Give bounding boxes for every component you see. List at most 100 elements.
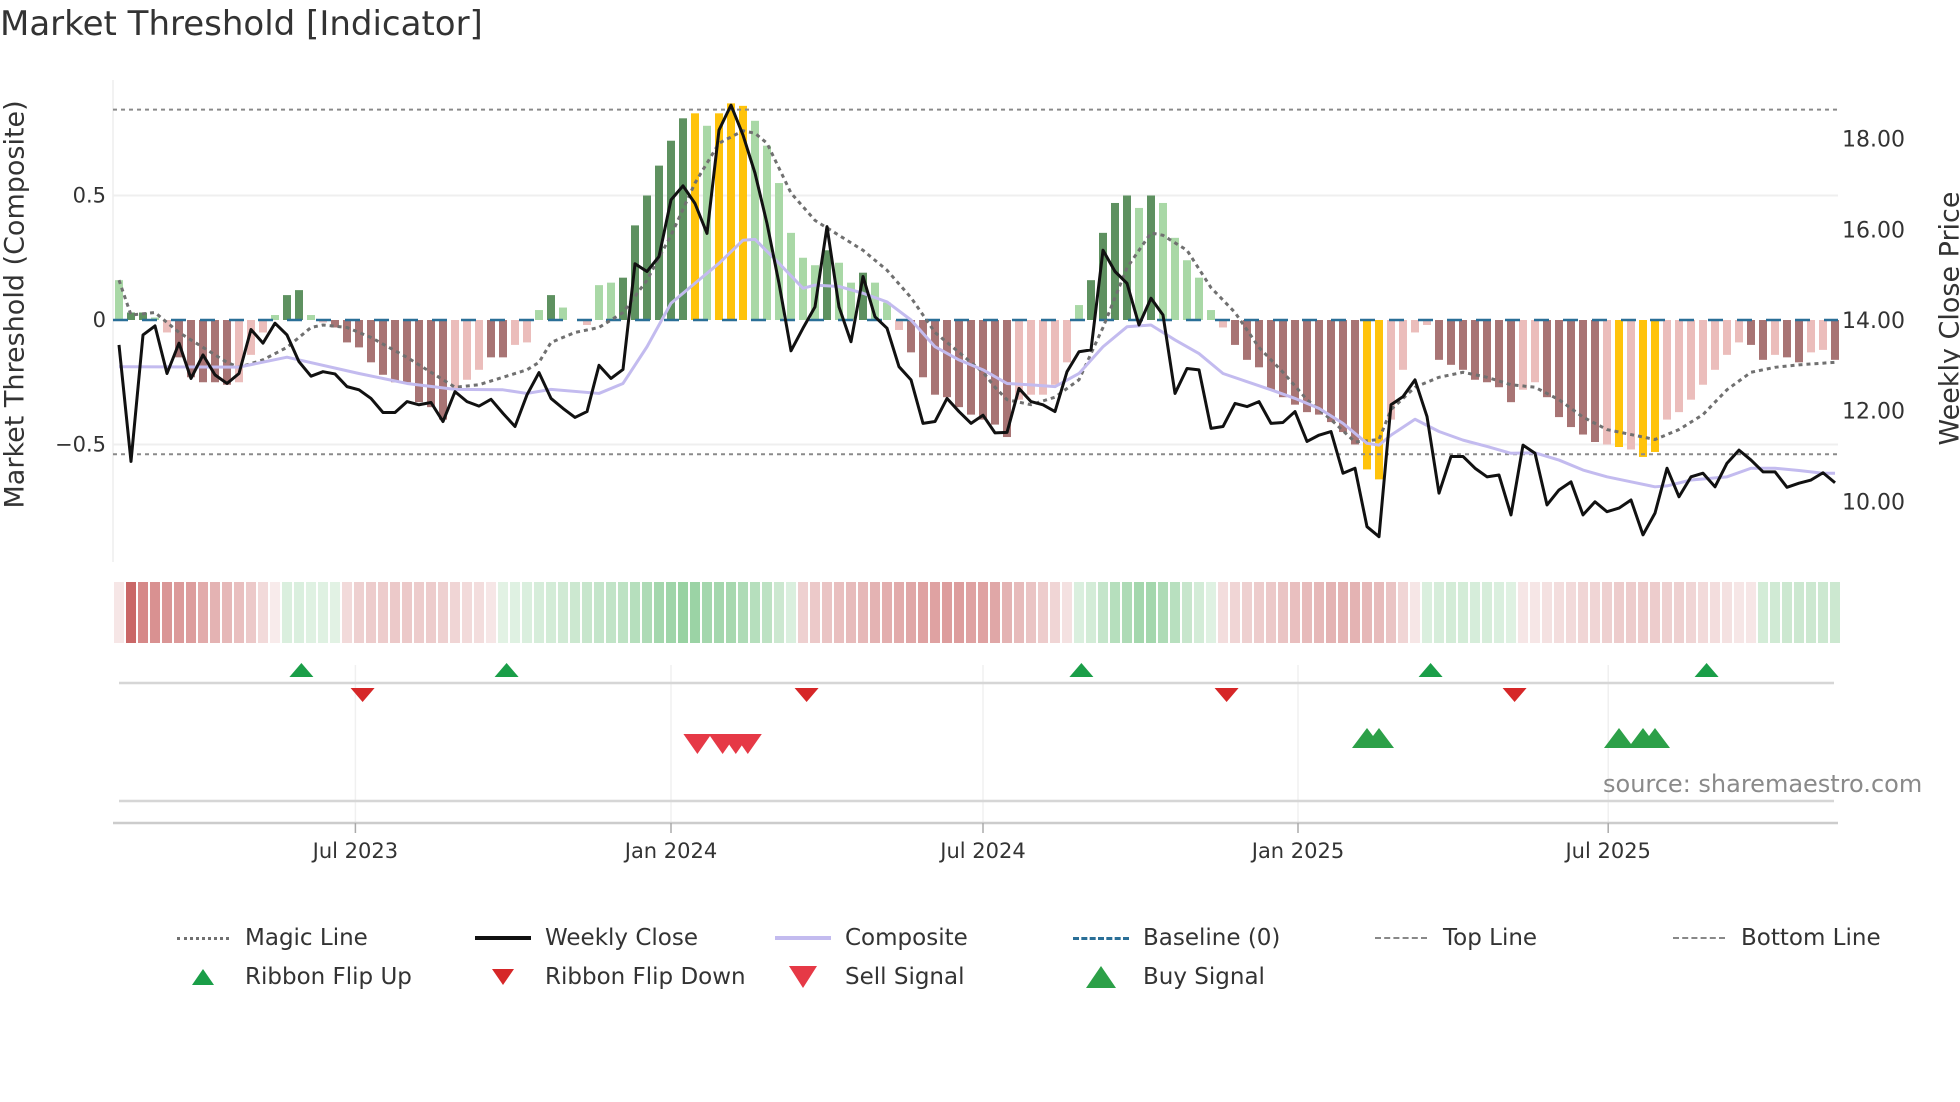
ribbon-cell	[246, 582, 256, 643]
ribbon-cell	[1398, 582, 1408, 643]
histogram-bar	[1519, 320, 1527, 390]
histogram-bar	[1579, 320, 1587, 435]
ribbon-cell	[426, 582, 436, 643]
triangle-down-icon	[475, 967, 531, 987]
right-tick-label: 16.00	[1842, 218, 1905, 243]
legend-label: Magic Line	[245, 925, 368, 951]
source-credit: source: sharemaestro.com	[1603, 770, 1923, 798]
ribbon-cell	[366, 582, 376, 643]
ribbon-cell	[1806, 582, 1816, 643]
histogram-bar	[115, 280, 123, 320]
ribbon-cell	[750, 582, 760, 643]
histogram-bar	[1747, 320, 1755, 345]
histogram-bar	[307, 315, 315, 320]
histogram-bar	[1183, 260, 1191, 320]
ribbon-cell	[210, 582, 220, 643]
ribbon-cell	[594, 582, 604, 643]
ribbon-cell	[1158, 582, 1168, 643]
legend-label: Buy Signal	[1143, 964, 1265, 990]
ribbon-cell	[1554, 582, 1564, 643]
ribbon-cell	[270, 582, 280, 643]
histogram-bar	[1327, 320, 1335, 423]
x-tick-label: Jul 2025	[1563, 839, 1650, 863]
ribbon-cell	[690, 582, 700, 643]
ribbon-cell	[954, 582, 964, 643]
legend-magic-line: Magic Line	[175, 925, 368, 951]
histogram-bar	[1087, 280, 1095, 320]
ribbon-cell	[1530, 582, 1540, 643]
ribbon-cell	[114, 582, 124, 643]
histogram-bar	[1207, 310, 1215, 320]
sell-triangle-icon	[775, 966, 831, 988]
ribbon-cell	[174, 582, 184, 643]
legend-composite: Composite	[775, 925, 968, 951]
ribbon-cell	[798, 582, 808, 643]
ribbon-cell	[918, 582, 928, 643]
ribbon-cell	[1590, 582, 1600, 643]
histogram-bar	[1471, 320, 1479, 380]
ribbon-cell	[1182, 582, 1192, 643]
left-tick-label: 0.5	[73, 184, 106, 208]
legend-label: Composite	[845, 925, 968, 951]
histogram-bar	[1819, 320, 1827, 350]
histogram-bar	[895, 320, 903, 330]
legend-label: Ribbon Flip Up	[245, 964, 412, 990]
ribbon-cell	[822, 582, 832, 643]
histogram-bar	[1051, 320, 1059, 385]
ribbon-cell	[1050, 582, 1060, 643]
ribbon-cell	[1230, 582, 1240, 643]
ribbon-cell	[1470, 582, 1480, 643]
ribbon-cell	[1482, 582, 1492, 643]
buy-triangle-icon	[1073, 966, 1129, 988]
histogram-bar	[1627, 320, 1635, 450]
ribbon-cell	[1734, 582, 1744, 643]
histogram-bar	[1831, 320, 1839, 360]
ribbon-cell	[894, 582, 904, 643]
ribbon-cell	[1458, 582, 1468, 643]
right-tick-label: 12.00	[1842, 400, 1905, 425]
histogram-bar	[991, 320, 999, 425]
histogram-bar	[1063, 320, 1071, 363]
histogram-bar	[1735, 320, 1743, 343]
histogram-bar	[1543, 320, 1551, 398]
ribbon-cell	[534, 582, 544, 643]
histogram-bar	[1723, 320, 1731, 355]
dotted-line-icon	[175, 928, 231, 948]
ribbon-cell	[870, 582, 880, 643]
grey-dashed-line-icon	[1373, 928, 1429, 948]
ribbon-cell	[354, 582, 364, 643]
histogram-bar	[403, 320, 411, 383]
histogram-bar	[1123, 195, 1131, 320]
legend-weekly-close: Weekly Close	[475, 925, 698, 951]
ribbon-cell	[834, 582, 844, 643]
histogram-bar	[1339, 320, 1347, 433]
ribbon-cell	[762, 582, 772, 643]
histogram-bar	[691, 113, 699, 320]
ribbon-flip-up-marker	[289, 663, 314, 677]
ribbon-cell	[1266, 582, 1276, 643]
legend-label: Sell Signal	[845, 964, 965, 990]
histogram-bar	[1675, 320, 1683, 413]
ribbon-cell	[1410, 582, 1420, 643]
ribbon-cell	[498, 582, 508, 643]
histogram-bar	[1039, 320, 1047, 395]
histogram-bar	[259, 320, 267, 333]
histogram-bar	[475, 320, 483, 370]
ribbon-cell	[1002, 582, 1012, 643]
ribbon-cell	[438, 582, 448, 643]
ribbon-cell	[1674, 582, 1684, 643]
histogram-bar	[1483, 320, 1491, 383]
legend-ribbon-flip-down: Ribbon Flip Down	[475, 964, 746, 990]
histogram-bar	[1195, 277, 1203, 320]
histogram-bar	[1435, 320, 1443, 360]
ribbon-cell	[606, 582, 616, 643]
ribbon-cell	[1434, 582, 1444, 643]
ribbon-flip-down-marker	[1214, 688, 1239, 702]
ribbon-cell	[1506, 582, 1516, 643]
histogram-bar	[415, 320, 423, 403]
ribbon-cell	[1710, 582, 1720, 643]
legend-bottom-line: Bottom Line	[1671, 925, 1881, 951]
ribbon-cell	[1194, 582, 1204, 643]
histogram-bar	[1459, 320, 1467, 370]
histogram-bar	[1231, 320, 1239, 345]
